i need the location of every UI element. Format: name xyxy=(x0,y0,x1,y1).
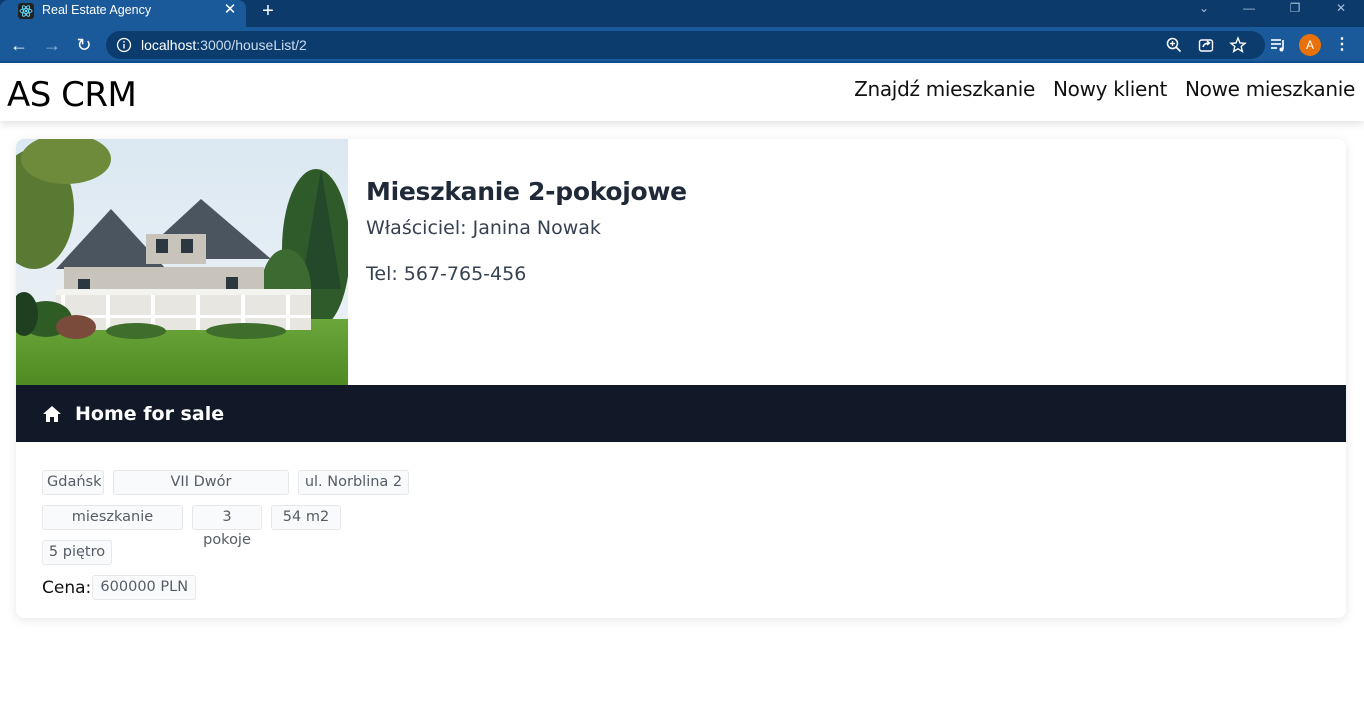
more-menu-icon[interactable]: ⋮ xyxy=(1333,34,1351,56)
sale-banner-label: Home for sale xyxy=(75,403,225,425)
address-bar[interactable]: localhost:3000/houseList/2 xyxy=(106,31,1265,59)
back-arrow-icon[interactable]: ← xyxy=(8,34,30,56)
tag-row-details: mieszkanie 3 pokoje 54 m2 xyxy=(42,505,409,548)
url-path: :3000/houseList/2 xyxy=(196,37,307,53)
nav-new-client[interactable]: Nowy klient xyxy=(1053,77,1167,101)
zoom-icon[interactable] xyxy=(1165,36,1183,54)
tab-title: Real Estate Agency xyxy=(42,3,152,17)
restore-icon[interactable]: ❐ xyxy=(1283,0,1307,16)
nav-find-apartment[interactable]: Znajdź mieszkanie xyxy=(854,77,1035,101)
house-photo xyxy=(16,139,348,385)
listing-card: Mieszkanie 2-pokojowe Właściciel: Janina… xyxy=(16,139,1346,618)
chevron-down-icon[interactable]: ⌄ xyxy=(1192,0,1216,16)
browser-toolbar: ← → ↻ localhost:3000/houseList/2 A ⋮ xyxy=(0,27,1364,63)
minimize-icon[interactable]: — xyxy=(1237,0,1261,16)
tag-row-location: Gdańsk VII Dwór ul. Norblina 2 xyxy=(42,470,409,495)
listing-owner: Właściciel: Janina Nowak xyxy=(366,217,601,239)
sale-banner: Home for sale xyxy=(16,385,1346,442)
share-icon[interactable] xyxy=(1197,36,1215,54)
media-playlist-icon[interactable] xyxy=(1269,36,1287,54)
tag-rooms: 3 pokoje xyxy=(192,505,262,548)
listing-title: Mieszkanie 2-pokojowe xyxy=(366,177,687,206)
listing-phone: Tel: 567-765-456 xyxy=(366,263,527,285)
star-icon[interactable] xyxy=(1229,36,1247,54)
reload-icon[interactable]: ↻ xyxy=(73,34,95,56)
app-header: AS CRM Znajdź mieszkanie Nowy klient Now… xyxy=(0,65,1364,121)
tag-floor: 5 piętro xyxy=(42,540,112,565)
browser-tab[interactable]: Real Estate Agency ✕ xyxy=(0,0,246,27)
price-row: Cena: 600000 PLN xyxy=(42,575,409,600)
browser-tab-bar: Real Estate Agency ✕ + ⌄ — ❐ ✕ xyxy=(0,0,1364,27)
url-text[interactable]: localhost:3000/houseList/2 xyxy=(141,37,307,53)
main-nav: Znajdź mieszkanie Nowy klient Nowe miesz… xyxy=(854,77,1355,101)
forward-arrow-icon[interactable]: → xyxy=(41,34,63,56)
nav-new-apartment[interactable]: Nowe mieszkanie xyxy=(1185,77,1355,101)
react-icon xyxy=(18,3,34,19)
listing-tags: Gdańsk VII Dwór ul. Norblina 2 mieszkani… xyxy=(42,470,409,600)
brand-logo[interactable]: AS CRM xyxy=(7,75,137,115)
window-close-icon[interactable]: ✕ xyxy=(1329,0,1353,16)
listing-info: Mieszkanie 2-pokojowe Właściciel: Janina… xyxy=(366,177,687,285)
tag-street: ul. Norblina 2 xyxy=(298,470,409,495)
info-icon[interactable] xyxy=(116,37,132,53)
home-icon xyxy=(43,406,61,422)
tag-district: VII Dwór xyxy=(113,470,289,495)
tag-area: 54 m2 xyxy=(271,505,341,530)
price-label: Cena: xyxy=(42,577,92,598)
tag-city: Gdańsk xyxy=(42,470,104,495)
price-value: 600000 PLN xyxy=(92,575,197,600)
url-host: localhost xyxy=(141,37,197,53)
new-tab-icon[interactable]: + xyxy=(257,0,279,22)
profile-avatar[interactable]: A xyxy=(1299,34,1321,56)
tag-type: mieszkanie xyxy=(42,505,183,530)
close-icon[interactable]: ✕ xyxy=(222,2,238,18)
